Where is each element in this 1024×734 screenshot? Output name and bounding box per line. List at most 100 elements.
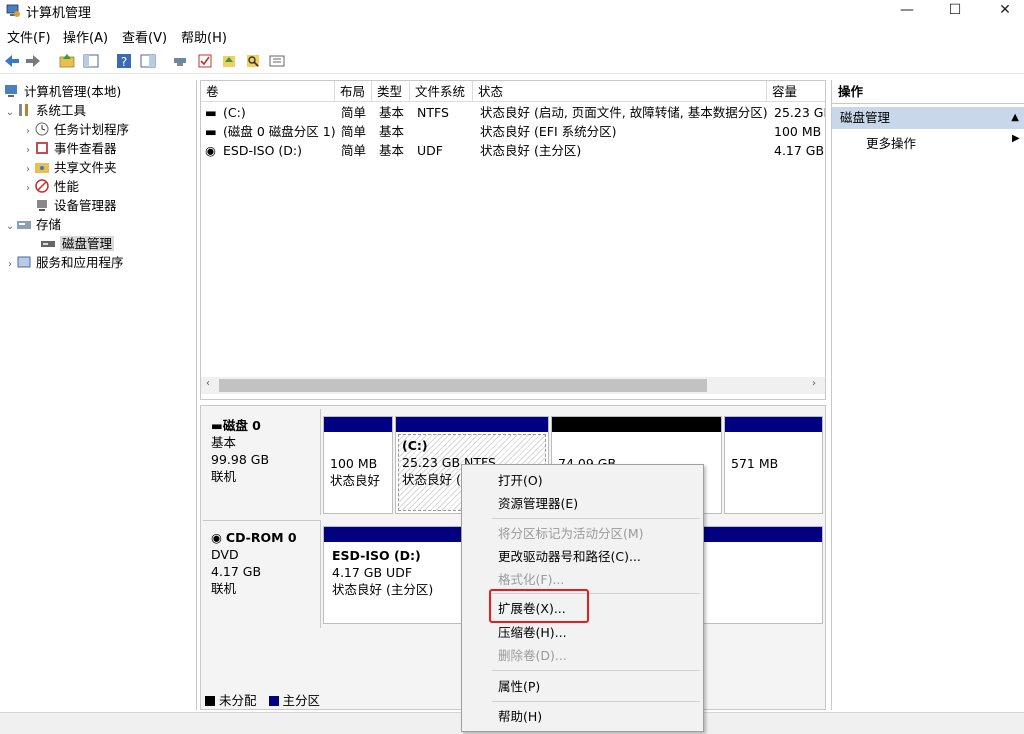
menu-separator — [492, 670, 700, 671]
maximize-button[interactable]: ☐ — [932, 0, 978, 22]
legend: 未分配 主分区 — [205, 690, 320, 709]
tree-item-root[interactable]: 计算机管理(本地) — [4, 82, 121, 101]
partition-label: ESD-ISO (D:) — [332, 548, 421, 563]
tree-item-performance[interactable]: › 性能 — [22, 177, 79, 196]
cdrom-icon: ◉ — [211, 530, 226, 545]
volume-fs: NTFS — [417, 105, 449, 120]
window-title: 计算机管理 — [26, 6, 92, 21]
action-section-label: 磁盘管理 — [840, 110, 891, 125]
table-row[interactable]: ▬ (磁盘 0 磁盘分区 1) 简单 基本 状态良好 (EFI 系统分区) 10… — [201, 122, 825, 141]
drive-icon: ▬ — [205, 124, 217, 139]
help-icon[interactable]: ? — [115, 52, 133, 70]
volume-type: 基本 — [379, 105, 405, 120]
device-manager-icon — [37, 200, 47, 211]
tree-item-disk-management[interactable]: 磁盘管理 — [40, 234, 115, 253]
console-icon[interactable] — [139, 52, 157, 70]
menu-item-help[interactable]: 帮助(H) — [498, 707, 542, 727]
disk0-info[interactable]: ▬磁盘 0 基本 99.98 GB 联机 — [203, 409, 321, 515]
show-hide-tree-icon[interactable] — [82, 52, 100, 70]
tree-item-label: 设备管理器 — [54, 198, 117, 213]
scrollbar-thumb[interactable] — [219, 379, 707, 392]
back-arrow-icon[interactable] — [3, 52, 21, 70]
properties-icon[interactable] — [268, 52, 286, 70]
forward-arrow-icon[interactable] — [24, 52, 42, 70]
menu-item-change-letter[interactable]: 更改驱动器号和路径(C)... — [498, 547, 641, 567]
disk0-name: 磁盘 0 — [222, 418, 261, 433]
partition-recovery[interactable]: 571 MB — [724, 416, 823, 514]
cdrom0-type: DVD — [211, 547, 239, 562]
cdrom0-info[interactable]: ◉ CD-ROM 0 DVD 4.17 GB 联机 — [203, 520, 321, 628]
menu-item-format: 格式化(F)... — [498, 572, 565, 587]
menu-item-extend-volume[interactable]: 扩展卷(X)... — [498, 599, 566, 619]
chevron-down-icon[interactable]: ⌄ — [4, 103, 16, 122]
folder-up-icon[interactable] — [220, 52, 238, 70]
chevron-right-icon[interactable]: › — [22, 179, 34, 198]
column-header-layout[interactable]: 布局 — [335, 81, 372, 102]
menu-item-open[interactable]: 打开(O) — [498, 471, 543, 491]
volume-capacity: 100 MB — [774, 124, 822, 139]
partition-bar — [552, 417, 721, 432]
storage-icon — [17, 221, 31, 229]
partition-size: 4.17 GB UDF — [332, 565, 413, 580]
tree-item-label: 存储 — [36, 217, 62, 232]
tree-item-system-tools[interactable]: ⌄ 系统工具 — [4, 101, 86, 120]
scroll-right-icon[interactable]: › — [812, 378, 816, 389]
legend-swatch-unallocated — [205, 696, 215, 706]
connect-icon[interactable] — [171, 52, 189, 70]
menu-action[interactable]: 操作(A) — [63, 27, 108, 46]
tree-item-storage[interactable]: ⌄ 存储 — [4, 215, 61, 234]
up-folder-icon[interactable] — [58, 52, 76, 70]
table-row[interactable]: ▬ (C:) 简单 基本 NTFS 状态良好 (启动, 页面文件, 故障转储, … — [201, 103, 825, 122]
horizontal-scrollbar[interactable]: ‹ › — [201, 377, 825, 394]
event-viewer-icon — [36, 142, 48, 154]
tree-item-task-scheduler[interactable]: › 任务计划程序 — [22, 120, 129, 139]
menu-help[interactable]: 帮助(H) — [181, 27, 227, 46]
menu-item-shrink-volume[interactable]: 压缩卷(H)... — [498, 623, 567, 643]
volume-fs: UDF — [417, 143, 443, 158]
action-section-disk-management[interactable]: 磁盘管理 ▲ — [832, 107, 1024, 129]
column-header-capacity[interactable]: 容量 — [767, 81, 825, 102]
volume-type: 基本 — [379, 124, 405, 139]
computer-management-icon — [6, 4, 20, 17]
column-header-volume[interactable]: 卷 — [201, 81, 335, 102]
partition-efi[interactable]: 100 MB 状态良好 — [323, 416, 393, 514]
volume-status: 状态良好 (启动, 页面文件, 故障转储, 基本数据分区) — [480, 105, 767, 120]
partition-size: 571 MB — [731, 456, 779, 471]
column-header-filesystem[interactable]: 文件系统 — [410, 81, 473, 102]
tools-icon — [19, 104, 28, 116]
close-button[interactable]: ✕ — [982, 0, 1024, 22]
table-row[interactable]: ◉ ESD-ISO (D:) 简单 基本 UDF 状态良好 (主分区) 4.17… — [201, 141, 825, 160]
tree-item-label: 共享文件夹 — [54, 160, 117, 175]
cdrom0-state: 联机 — [211, 581, 237, 596]
volume-layout: 简单 — [341, 124, 367, 139]
submenu-arrow-icon[interactable]: ▶ — [1012, 133, 1020, 144]
chevron-right-icon[interactable]: › — [4, 255, 16, 274]
tree-item-label: 任务计划程序 — [54, 122, 130, 137]
scroll-left-icon[interactable]: ‹ — [206, 378, 210, 389]
tree-item-label: 性能 — [54, 179, 80, 194]
volume-list-header: 卷 布局 类型 文件系统 状态 容量 — [201, 81, 825, 102]
menu-file[interactable]: 文件(F) — [7, 27, 51, 46]
more-actions[interactable]: 更多操作 — [866, 133, 916, 152]
check-icon[interactable] — [196, 52, 214, 70]
partition-bar — [396, 417, 548, 432]
collapse-up-icon[interactable]: ▲ — [1011, 107, 1019, 129]
tree-item-device-manager[interactable]: 设备管理器 — [34, 196, 117, 215]
chevron-down-icon[interactable]: ⌄ — [4, 217, 16, 236]
search-icon[interactable] — [244, 52, 262, 70]
menu-view[interactable]: 查看(V) — [122, 27, 167, 46]
volume-layout: 简单 — [341, 143, 367, 158]
shared-folder-icon — [35, 163, 49, 173]
tree-item-shared-folders[interactable]: › 共享文件夹 — [22, 158, 117, 177]
column-header-status[interactable]: 状态 — [473, 81, 767, 102]
volume-name: (C:) — [223, 105, 246, 120]
computer-management-icon — [5, 85, 17, 97]
tree-item-services[interactable]: › 服务和应用程序 — [4, 253, 124, 272]
column-header-type[interactable]: 类型 — [372, 81, 410, 102]
legend-primary: 主分区 — [282, 693, 321, 708]
menu-item-explorer[interactable]: 资源管理器(E) — [498, 494, 578, 514]
tree-item-event-viewer[interactable]: › 事件查看器 — [22, 139, 117, 158]
menu-item-properties[interactable]: 属性(P) — [498, 677, 540, 697]
title-bar: 计算机管理 — ☐ ✕ — [0, 0, 1024, 22]
minimize-button[interactable]: — — [884, 0, 930, 22]
